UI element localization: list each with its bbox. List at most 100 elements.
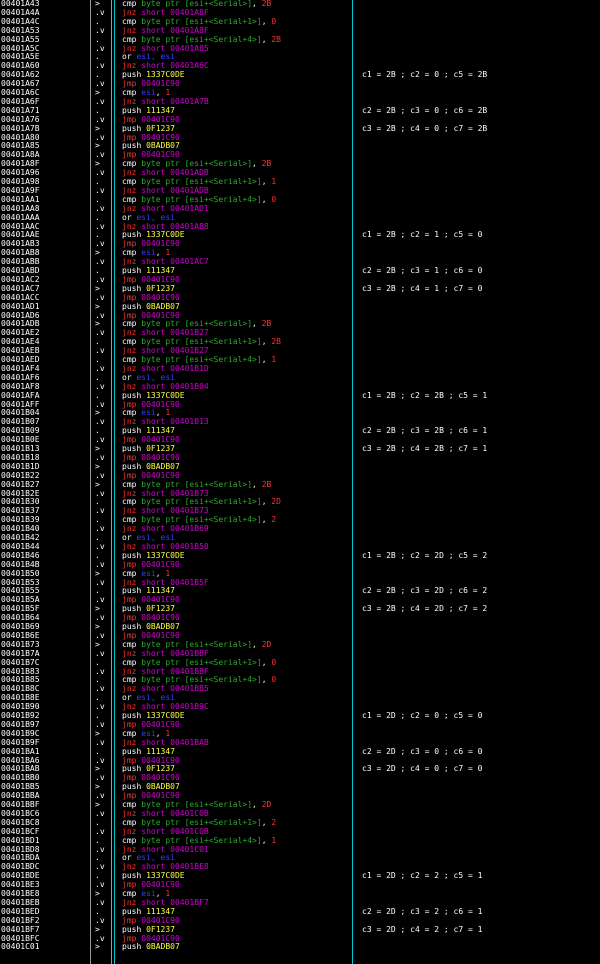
listing-row[interactable]: 00401BA1. push 111347 c2 = 2D ; c3 = 0 ; c… [0,747,600,757]
listing-row[interactable]: 00401A9F .v jnz short 00401ADB [0,186,600,196]
listing-row[interactable]: 00401A4C. cmp byte ptr [esi+<Serial+1>], … [0,17,600,27]
listing-row[interactable]: 00401AF8 .v jnz short 00401B04 [0,382,600,392]
listing-row[interactable]: 00401B5A .v jmp 00401C90 [0,595,600,605]
listing-row[interactable]: 00401A60 .v jnz short 00401A6C [0,61,600,71]
listing-row[interactable]: 00401BF7 > push 0F1237 c3 = 2D ; c4 = 2 ; c… [0,925,600,935]
listing-row[interactable]: 00401B44 .v jnz short 00401B50 [0,542,600,552]
listing-row[interactable]: 00401AB8 > cmp esi, 1 [0,248,600,258]
listing-row[interactable]: 00401BDC .v jnz short 00401BE8 [0,862,600,872]
listing-row[interactable]: 00401A6F .v jnz short 00401A7B [0,97,600,107]
listing-row[interactable]: 00401BE3 .v jmp 00401C90 [0,880,600,890]
listing-row[interactable]: 00401A4A .v jnz short 00401A8F [0,8,600,18]
listing-row[interactable]: 00401B9F .v jnz short 00401BAB [0,738,600,748]
listing-row[interactable]: 00401B85. cmp byte ptr [esi+<Serial+4>], … [0,675,600,685]
listing-row[interactable]: 00401B22 .v jmp 00401C90 [0,471,600,481]
listing-row[interactable]: 00401A62. push 1337C0DE c1 = 2B ; c2 = 0 ;… [0,70,600,80]
listing-row[interactable]: 00401A67 .v jmp 00401C90 [0,79,600,89]
listing-row[interactable]: 00401B83 .v jnz short 00401BBF [0,667,600,677]
listing-row[interactable]: 00401AC7 > push 0F1237 c3 = 2B ; c4 = 1 ; c… [0,284,600,294]
listing-row[interactable]: 00401B5F > push 0F1237 c3 = 2B ; c4 = 2D ; … [0,604,600,614]
listing-row[interactable]: 00401B55. push 111347 c2 = 2B ; c3 = 2D ; … [0,586,600,596]
listing-row[interactable]: 00401B4B .v jmp 00401C90 [0,560,600,570]
listing-row[interactable]: 00401AB3 .v jmp 00401C90 [0,239,600,249]
listing-row[interactable]: 00401BDA. or esi, esi [0,853,600,863]
listing-row[interactable]: 00401B53 .v jnz short 00401B5F [0,578,600,588]
listing-row[interactable]: 00401B07 .v jnz short 00401B13 [0,417,600,427]
listing-row[interactable]: 00401BFC .v jmp 00401C90 [0,934,600,944]
listing-row[interactable]: 00401BE8 > cmp esi, 1 [0,889,600,899]
listing-row[interactable]: 00401BBA .v jmp 00401C90 [0,791,600,801]
listing-row[interactable]: 00401AF6. or esi, esi [0,373,600,383]
listing-row[interactable]: 00401BB5 > push 0BADB07 [0,782,600,792]
listing-row[interactable]: 00401AED. cmp byte ptr [esi+<Serial+4>], … [0,355,600,365]
listing-row[interactable]: 00401C01 > push 0BADB07 [0,942,600,952]
listing-row[interactable]: 00401AE4. cmp byte ptr [esi+<Serial+1>], … [0,337,600,347]
listing-row[interactable]: 00401A8A .v jmp 00401C90 [0,150,600,160]
listing-row[interactable]: 00401A80 .v jmp 00401C90 [0,133,600,143]
listing-row[interactable]: 00401BD1. cmp byte ptr [esi+<Serial+4>], … [0,836,600,846]
listing-row[interactable]: 00401BEB .v jnz short 00401BF7 [0,898,600,908]
listing-row[interactable]: 00401A5C .v jnz short 00401A85 [0,44,600,54]
listing-row[interactable]: 00401AFF .v jmp 00401C90 [0,400,600,410]
listing-row[interactable]: 00401BDE. push 1337C0DE c1 = 2D ; c2 = 2 ;… [0,871,600,881]
listing-row[interactable]: 00401AFA. push 1337C0DE c1 = 2B ; c2 = 2B … [0,391,600,401]
listing-row[interactable]: 00401B7A .v jnz short 00401BBF [0,649,600,659]
listing-row[interactable]: 00401BF2 .v jmp 00401C90 [0,916,600,926]
listing-row[interactable]: 00401B6E .v jmp 00401C90 [0,631,600,641]
listing-row[interactable]: 00401A7B > push 0F1237 c3 = 2B ; c4 = 0 ; c… [0,124,600,134]
listing-row[interactable]: 00401B50 > cmp esi, 1 [0,569,600,579]
listing-row[interactable]: 00401BBF > cmp byte ptr [esi+<Serial>], 2D [0,800,600,810]
listing-row[interactable]: 00401A5E. or esi, esi [0,52,600,62]
listing-row[interactable]: 00401B18 .v jmp 00401C90 [0,453,600,463]
listing-row[interactable]: 00401BC6 .v jnz short 00401C0B [0,809,600,819]
listing-row[interactable]: 00401A6C > cmp esi, 1 [0,88,600,98]
listing-row[interactable]: 00401ADB > cmp byte ptr [esi+<Serial>], 2B [0,319,600,329]
listing-row[interactable]: 00401BD8 .v jnz short 00401C01 [0,845,600,855]
listing-row[interactable]: 00401BA6 .v jmp 00401C90 [0,756,600,766]
listing-row[interactable]: 00401AAA. or esi, esi [0,213,600,223]
listing-row[interactable]: 00401AD6 .v jmp 00401C90 [0,311,600,321]
listing-row[interactable]: 00401BCF .v jnz short 00401C0B [0,827,600,837]
listing-row[interactable]: 00401ACC .v jmp 00401C90 [0,293,600,303]
listing-row[interactable]: 00401B04 > cmp esi, 1 [0,408,600,418]
listing-row[interactable]: 00401B64 .v jmp 00401C90 [0,613,600,623]
listing-row[interactable]: 00401A43 > cmp byte ptr [esi+<Serial>], 2B [0,0,600,9]
listing-row[interactable]: 00401A8F > cmp byte ptr [esi+<Serial>], 2B [0,159,600,169]
listing-row[interactable]: 00401B27 > cmp byte ptr [esi+<Serial>], 2B [0,480,600,490]
listing-row[interactable]: 00401AE2 .v jnz short 00401B27 [0,328,600,338]
listing-row[interactable]: 00401ABD. push 111347 c2 = 2B ; c3 = 1 ; c… [0,266,600,276]
listing-row[interactable]: 00401B46. push 1337C0DE c1 = 2B ; c2 = 2D … [0,551,600,561]
listing-row[interactable]: 00401BB0 .v jmp 00401C90 [0,773,600,783]
listing-row[interactable]: 00401B73 > cmp byte ptr [esi+<Serial>], 2D [0,640,600,650]
listing-row[interactable]: 00401B9C > cmp esi, 1 [0,729,600,739]
listing-row[interactable]: 00401B09. push 111347 c2 = 2B ; c3 = 2B ; … [0,426,600,436]
listing-row[interactable]: 00401AD1 > push 0BADB07 [0,302,600,312]
listing-row[interactable]: 00401B97 .v jmp 00401C90 [0,720,600,730]
listing-row[interactable]: 00401B69 > push 0BADB07 [0,622,600,632]
listing-row[interactable]: 00401AAC .v jnz short 00401AB8 [0,222,600,232]
listing-row[interactable]: 00401AF4 .v jnz short 00401B1D [0,364,600,374]
listing-row[interactable]: 00401A76 .v jmp 00401C90 [0,115,600,125]
listing-row[interactable]: 00401A53 .v jnz short 00401A8F [0,26,600,36]
listing-row[interactable]: 00401B7C. cmp byte ptr [esi+<Serial+1>], … [0,658,600,668]
listing-row[interactable]: 00401AA1. cmp byte ptr [esi+<Serial+4>], … [0,195,600,205]
listing-row[interactable]: 00401B8C .v jnz short 00401BB5 [0,684,600,694]
disassembly-listing[interactable]: 00401A43 > cmp byte ptr [esi+<Serial>], 2B… [0,0,600,964]
listing-row[interactable]: 00401B37 .v jnz short 00401B73 [0,506,600,516]
listing-row[interactable]: 00401B0E .v jmp 00401C90 [0,435,600,445]
listing-row[interactable]: 00401BED. push 111347 c2 = 2D ; c3 = 2 ; c… [0,907,600,917]
listing-row[interactable]: 00401A96 .v jnz short 00401ADB [0,168,600,178]
listing-row[interactable]: 00401B42. or esi, esi [0,533,600,543]
listing-row[interactable]: 00401BAB > push 0F1237 c3 = 2D ; c4 = 0 ; c… [0,764,600,774]
listing-row[interactable]: 00401B8E. or esi, esi [0,693,600,703]
listing-row[interactable]: 00401A55. cmp byte ptr [esi+<Serial+4>], … [0,35,600,45]
listing-row[interactable]: 00401B90 .v jnz short 00401B9C [0,702,600,712]
listing-row[interactable]: 00401ABB .v jnz short 00401AC7 [0,257,600,267]
listing-row[interactable]: 00401A85 > push 0BADB07 [0,141,600,151]
listing-row[interactable]: 00401AA8 .v jnz short 00401AD1 [0,204,600,214]
listing-row[interactable]: 00401B1D > push 0BADB07 [0,462,600,472]
listing-row[interactable]: 00401B92. push 1337C0DE c1 = 2D ; c2 = 0 ;… [0,711,600,721]
listing-row[interactable]: 00401B13 > push 0F1237 c3 = 2B ; c4 = 2B ; … [0,444,600,454]
listing-row[interactable]: 00401A71. push 111347 c2 = 2B ; c3 = 0 ; c… [0,106,600,116]
listing-row[interactable]: 00401A98. cmp byte ptr [esi+<Serial+1>], … [0,177,600,187]
